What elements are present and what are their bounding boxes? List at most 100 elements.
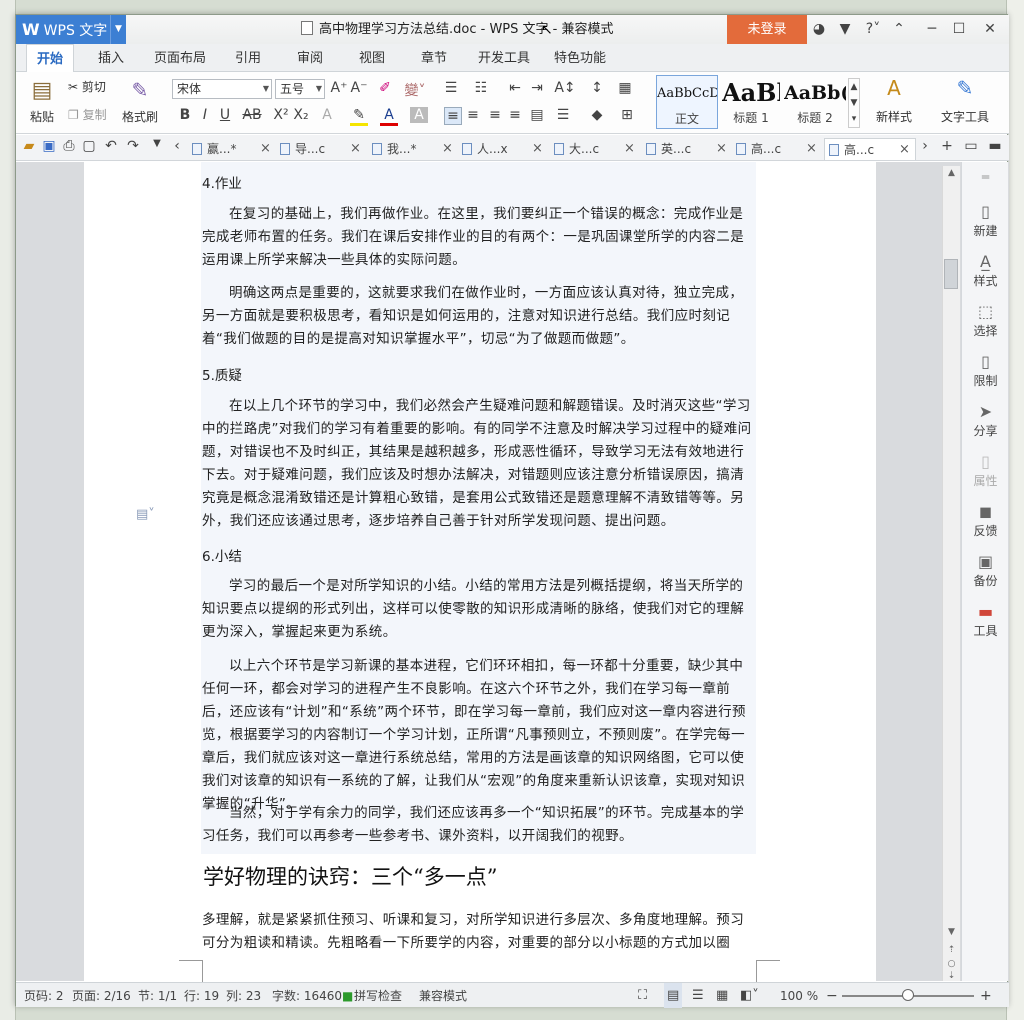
font-size-select[interactable]: 五号 ▼ (275, 79, 325, 99)
side-share-button[interactable]: ➤ 分享 (962, 402, 1009, 439)
collapse-ribbon-icon[interactable]: ⌃ (888, 15, 910, 44)
skin-icon[interactable]: ◕ (808, 15, 830, 44)
shirt-icon[interactable]: ▼ (834, 15, 856, 44)
minimize-icon[interactable]: ─ (921, 15, 943, 44)
tab-references[interactable]: 引用 (230, 44, 266, 72)
style-heading2[interactable]: AaBb( 标题 2 (784, 75, 846, 129)
side-style-button[interactable]: A̲ 样式 (962, 252, 1009, 289)
fullscreen-icon[interactable]: ⛶ (638, 983, 647, 1008)
align-center-icon[interactable]: ≡ (464, 107, 482, 123)
status-page-code[interactable]: 页码: 2 (24, 983, 64, 1008)
undo-icon[interactable]: ↶ (102, 138, 120, 154)
italic-icon[interactable]: I (196, 107, 214, 123)
quick-access-dropdown-icon[interactable]: ▼ (148, 138, 166, 149)
subscript-icon[interactable]: X₂ (292, 107, 310, 123)
side-restrict-button[interactable]: ▯ 限制 (962, 352, 1009, 389)
print-preview-icon[interactable]: ▢ (80, 138, 98, 154)
new-tab-icon[interactable]: + (938, 138, 956, 154)
new-style-button[interactable]: A 新样式 (866, 76, 922, 125)
zoom-in-icon[interactable]: + (980, 983, 992, 1008)
tab-developer[interactable]: 开发工具 (474, 44, 534, 72)
doc-tab[interactable]: 高...c × (736, 138, 820, 160)
char-shading-icon[interactable]: A (410, 107, 428, 123)
redo-icon[interactable]: ↷ (124, 138, 142, 154)
zoom-slider-thumb[interactable] (902, 989, 914, 1001)
close-icon[interactable]: × (624, 138, 635, 160)
tab-review[interactable]: 审阅 (292, 44, 328, 72)
tab-menu-icon[interactable]: ▬ (986, 138, 1004, 154)
decrease-indent-icon[interactable]: ⇤ (506, 80, 524, 96)
close-icon[interactable]: ✕ (979, 15, 1001, 44)
chevron-down-icon[interactable]: ▼ (110, 15, 126, 44)
close-icon[interactable]: × (260, 138, 271, 160)
prev-page-icon[interactable]: ⇡ (943, 945, 960, 955)
open-icon[interactable]: ▰ (20, 138, 38, 154)
underline-icon[interactable]: U (216, 107, 234, 123)
close-icon[interactable]: × (532, 138, 543, 160)
tabs-left-icon[interactable]: ‹ (168, 138, 186, 154)
line-spacing-icon[interactable]: ☰ (554, 107, 572, 123)
side-select-button[interactable]: ⬚ 选择 (962, 302, 1009, 339)
text-tools-button[interactable]: ✎ 文字工具 (934, 76, 996, 125)
close-icon[interactable]: × (716, 138, 727, 160)
styles-scroll-icon[interactable]: ▲ ▼ ▾ (848, 78, 860, 128)
grow-font-icon[interactable]: A⁺ (330, 80, 348, 96)
select-browse-icon[interactable]: ○ (943, 959, 960, 969)
close-icon[interactable]: × (899, 139, 910, 161)
doc-tab[interactable]: 赢...* × (192, 138, 272, 160)
tab-home[interactable]: 开始 (26, 44, 74, 73)
scroll-up-icon[interactable]: ▲ (943, 168, 960, 178)
zoom-level[interactable]: 100 % (780, 983, 818, 1008)
style-heading1[interactable]: AaBl 标题 1 (722, 75, 780, 129)
web-view-icon[interactable]: ▦ (716, 983, 728, 1008)
scroll-down-icon[interactable]: ▼ (943, 927, 960, 937)
tab-features[interactable]: 特色功能 (550, 44, 610, 72)
doc-tab-active[interactable]: 高...c × (824, 138, 916, 160)
scrollbar-thumb[interactable] (944, 259, 958, 289)
shrink-font-icon[interactable]: A⁻ (350, 80, 368, 96)
page-view-icon[interactable]: ▤ (664, 983, 683, 1008)
paragraph-marker-icon[interactable]: ▤˅ (136, 507, 155, 522)
side-properties-button[interactable]: ▯ 属性 (962, 452, 1009, 489)
app-menu-button[interactable]: W WPS 文字 ▼ (16, 15, 126, 44)
tab-view[interactable]: 视图 (354, 44, 390, 72)
style-normal[interactable]: AaBbCcD 正文 (656, 75, 718, 129)
save-icon[interactable]: ▣ (40, 138, 58, 154)
bold-icon[interactable]: B (176, 107, 194, 123)
close-icon[interactable]: × (350, 138, 361, 160)
cut-button[interactable]: ✂ 剪切 (68, 78, 116, 95)
next-page-icon[interactable]: ⇣ (943, 971, 960, 981)
copy-button[interactable]: ❐ 复制 (68, 106, 116, 123)
close-icon[interactable]: × (806, 138, 817, 160)
table-border-icon[interactable]: ▦ (616, 80, 634, 96)
doc-tab[interactable]: 我...* × (372, 138, 454, 160)
maximize-icon[interactable]: ☐ (948, 15, 970, 44)
align-left-icon[interactable]: ≡ (444, 107, 462, 125)
zoom-out-icon[interactable]: − (826, 983, 838, 1008)
distribute-icon[interactable]: ▤ (528, 107, 546, 123)
superscript-icon[interactable]: X² (272, 107, 290, 123)
close-icon[interactable]: × (442, 138, 453, 160)
tabs-right-icon[interactable]: › (916, 138, 934, 154)
status-pages[interactable]: 页面: 2/16 (72, 983, 131, 1008)
outline-view-icon[interactable]: ☰ (692, 983, 704, 1008)
tab-insert[interactable]: 插入 (92, 44, 130, 72)
highlight-icon[interactable]: ✎ (350, 107, 368, 126)
clear-format-icon[interactable]: ✐ (376, 80, 394, 96)
doc-tab[interactable]: 导...c × (280, 138, 361, 160)
text-effect-icon[interactable]: A (318, 107, 336, 123)
help-icon[interactable]: ?˅ (858, 15, 888, 44)
strikethrough-icon[interactable]: AB (240, 107, 264, 123)
numbering-icon[interactable]: ☷ (472, 80, 490, 96)
doc-tab[interactable]: 人...x × (462, 138, 544, 160)
sort-icon[interactable]: ↕ (588, 80, 606, 96)
tab-list-icon[interactable]: ▭ (962, 138, 980, 154)
pinyin-icon[interactable]: 變˅ (402, 80, 428, 100)
font-color-icon[interactable]: A (380, 107, 398, 126)
tab-chapter[interactable]: 章节 (416, 44, 452, 72)
status-word-count[interactable]: 字数: 16460 (272, 983, 342, 1008)
text-size-icon[interactable]: A↕ (552, 80, 578, 96)
align-right-icon[interactable]: ≡ (486, 107, 504, 123)
side-tools-button[interactable]: ▬ 工具 (962, 602, 1009, 639)
side-new-button[interactable]: ▯ 新建 (962, 202, 1009, 239)
